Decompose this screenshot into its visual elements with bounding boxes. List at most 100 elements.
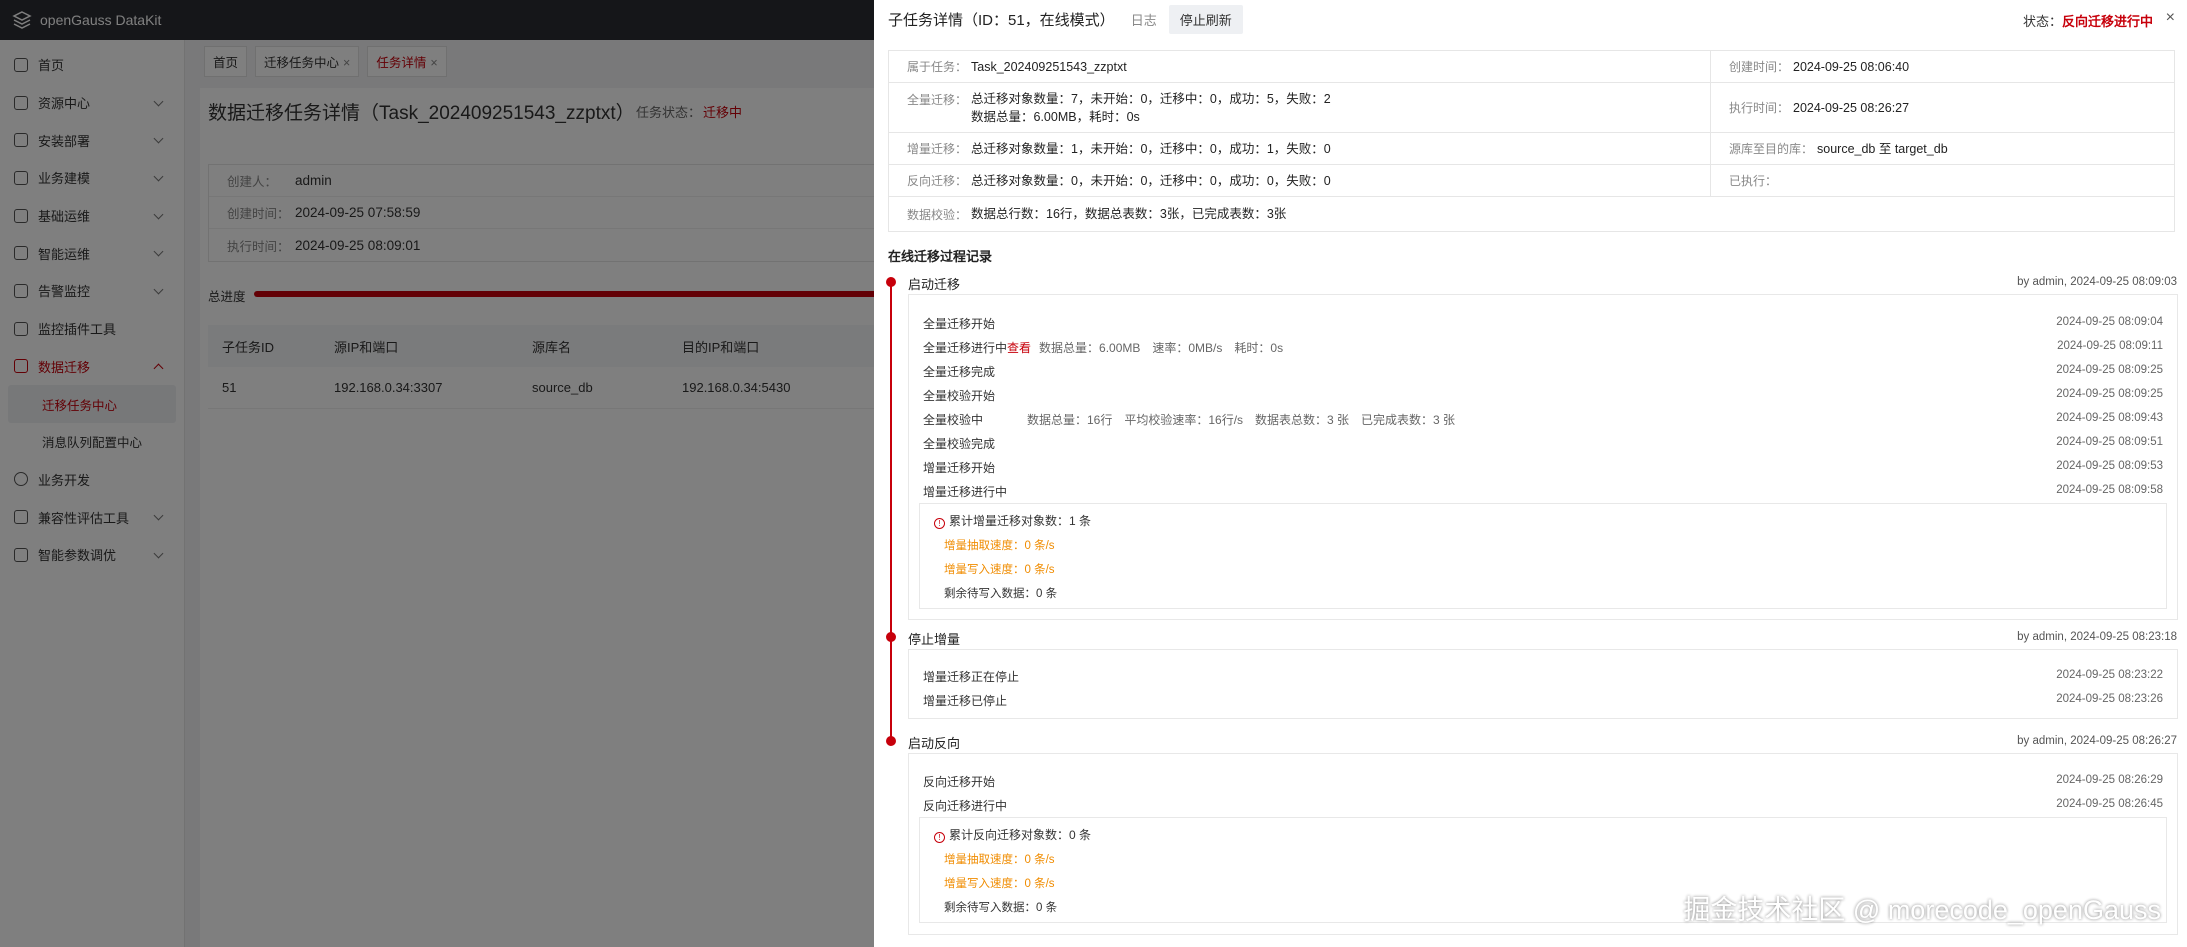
grid-cell-exec-time: 执行时间： 2024-09-25 08:26:27: [1711, 83, 2174, 132]
event-time: 2024-09-25 08:26:45: [2056, 798, 2163, 810]
drawer-title: 子任务详情（ID：51，在线模式）: [888, 11, 1115, 29]
event-label: 增量迁移开始: [923, 459, 995, 476]
state-label: 状态：: [2022, 14, 2062, 29]
grid-key: 源库至目的库：: [1729, 142, 1814, 156]
stats-head: ! 累计增量迁移对象数：1 条: [934, 512, 1091, 529]
grid-key: 执行时间：: [1729, 101, 1790, 115]
event-text: 反向迁移进行中: [923, 799, 1008, 813]
grid-value: Task_202409251543_zzptxt: [971, 59, 1127, 74]
grid-cell-full-migration: 全量迁移： 总迁移对象数量：7，未开始：0，迁移中：0，成功：5，失败：2 数据总量…: [889, 83, 1711, 132]
stats-head-text: 累计增量迁移对象数：1 条: [949, 514, 1092, 528]
event-label: 全量迁移进行中查看 数据总量：6.00MB 速率：0MB/s 耗时：0s: [923, 339, 1283, 356]
stage-operator: by admin, 2024-09-25 08:09:03: [2017, 276, 2177, 288]
full-migration-counts: 总迁移对象数量：7，未开始：0，迁移中：0，成功：5，失败：2: [971, 91, 1331, 106]
grid-key: 属于任务：: [907, 60, 968, 74]
event-text: 反向迁移开始: [923, 775, 996, 789]
event-label: 全量校验开始: [923, 387, 995, 404]
grid-row: 反向迁移： 总迁移对象数量：0，未开始：0，迁移中：0，成功：0，失败：0 已执行…: [889, 165, 2174, 197]
event-time: 2024-09-25 08:23:26: [2056, 693, 2163, 705]
stats-head: ! 累计反向迁移对象数：0 条: [934, 826, 1091, 843]
event-label: 全量迁移完成: [923, 363, 995, 380]
grid-key: 创建时间：: [1729, 60, 1790, 74]
timeline-dot: [886, 736, 896, 746]
stage-operator: by admin, 2024-09-25 08:23:18: [2017, 631, 2177, 643]
grid-value: 2024-09-25 08:06:40: [1793, 59, 1910, 74]
grid-row: 全量迁移： 总迁移对象数量：7，未开始：0，迁移中：0，成功：5，失败：2 数据总量…: [889, 83, 2174, 133]
extract-rate: 增量抽取速度：0 条/s: [944, 854, 1055, 866]
grid-cell-belong-task: 属于任务： Task_202409251543_zzptxt: [889, 51, 1711, 82]
stage-title: 启动迁移: [908, 277, 961, 292]
modal-overlay[interactable]: [0, 0, 874, 947]
stats-head-text: 累计反向迁移对象数：0 条: [949, 828, 1092, 842]
grid-cell-src-dst-db: 源库至目的库： source_db 至 target_db: [1711, 133, 2174, 164]
stage-events-box: 增量迁移正在停止 2024-09-25 08:23:22 增量迁移已停止 202…: [908, 649, 2178, 719]
grid-value: source_db 至 target_db: [1817, 141, 1948, 156]
event-text: 增量迁移已停止: [923, 694, 1008, 708]
event-text: 全量校验中: [923, 413, 984, 427]
grid-row: 增量迁移： 总迁移对象数量：1，未开始：0，迁移中：0，成功：1，失败：0 源库至…: [889, 133, 2174, 165]
event-time: 2024-09-25 08:09:43: [2056, 412, 2163, 424]
drawer-state: 状态：反向迁移进行中: [2023, 11, 2153, 30]
event-extra: 数据总量：16行 平均校验速率：16行/s 数据表总数：3 张 已完成表数：3 …: [1027, 413, 1456, 427]
write-rate: 增量写入速度：0 条/s: [944, 878, 1055, 890]
drawer-header: 子任务详情（ID：51，在线模式） 日志 停止刷新: [874, 0, 2187, 38]
section-title: 在线迁移过程记录: [888, 249, 993, 264]
subtask-info-grid: 属于任务： Task_202409251543_zzptxt 创建时间： 2024-…: [888, 50, 2175, 232]
event-extra: 数据总量：6.00MB 速率：0MB/s 耗时：0s: [1039, 341, 1284, 355]
event-time: 2024-09-25 08:09:51: [2056, 436, 2163, 448]
event-time: 2024-09-25 08:26:29: [2056, 774, 2163, 786]
event-label: 增量迁移已停止: [923, 692, 1007, 709]
grid-cell-create-time: 创建时间： 2024-09-25 08:06:40: [1711, 51, 2174, 82]
grid-value: 数据总行数：16行，数据总表数：3张，已完成表数：3张: [971, 207, 1287, 221]
stage-events-box: 全量迁移开始 2024-09-25 08:09:04 全量迁移进行中查看 数据总量…: [908, 294, 2178, 620]
info-icon: !: [934, 832, 945, 843]
grid-key: 已执行：: [1729, 174, 1778, 188]
timeline-dot: [886, 632, 896, 642]
grid-cell-executed: 已执行：: [1711, 165, 2174, 196]
event-label: 增量迁移正在停止: [923, 668, 1019, 685]
event-text: 全量校验完成: [923, 437, 996, 451]
grid-row: 数据校验： 数据总行数：16行，数据总表数：3张，已完成表数：3张: [889, 197, 2174, 231]
info-icon: !: [934, 518, 945, 529]
view-link[interactable]: 查看: [1007, 341, 1031, 355]
grid-row: 属于任务： Task_202409251543_zzptxt 创建时间： 2024-…: [889, 51, 2174, 83]
watermark: 掘金技术社区 @ morecode_openGauss: [1683, 895, 2161, 925]
event-text: 增量迁移开始: [923, 461, 996, 475]
event-text: 全量迁移完成: [923, 365, 996, 379]
event-label: 全量校验完成: [923, 435, 995, 452]
remaining-rows: 剩余待写入数据：0 条: [944, 902, 1058, 914]
grid-value: 总迁移对象数量：7，未开始：0，迁移中：0，成功：5，失败：2 数据总量：6.00…: [971, 90, 1331, 126]
event-text: 增量迁移进行中: [923, 485, 1008, 499]
event-label: 全量校验中 数据总量：16行 平均校验速率：16行/s 数据表总数：3 张 已完成…: [923, 411, 1455, 428]
event-text: 全量迁移开始: [923, 317, 996, 331]
event-text: 增量迁移正在停止: [923, 670, 1020, 684]
event-label: 全量迁移开始: [923, 315, 995, 332]
event-time: 2024-09-25 08:09:11: [2057, 340, 2163, 352]
timeline-line: [890, 282, 892, 742]
log-link[interactable]: 日志: [1131, 10, 1157, 29]
event-time: 2024-09-25 08:09:53: [2056, 460, 2163, 472]
stage-operator: by admin, 2024-09-25 08:26:27: [2017, 735, 2177, 747]
grid-key: 全量迁移：: [907, 93, 968, 107]
stop-refresh-button[interactable]: 停止刷新: [1168, 4, 1243, 34]
remaining-rows: 剩余待写入数据：0 条: [944, 588, 1058, 600]
stage-title: 停止增量: [908, 632, 961, 647]
write-rate: 增量写入速度：0 条/s: [944, 564, 1055, 576]
stage-title: 启动反向: [908, 736, 961, 751]
grid-cell-incremental: 增量迁移： 总迁移对象数量：1，未开始：0，迁移中：0，成功：1，失败：0: [889, 133, 1711, 164]
grid-key: 增量迁移：: [907, 142, 968, 156]
event-text: 全量迁移进行中: [923, 341, 1008, 355]
event-label: 反向迁移进行中: [923, 797, 1007, 814]
event-label: 增量迁移进行中: [923, 483, 1007, 500]
close-icon[interactable]: ×: [2166, 9, 2175, 27]
grid-key: 反向迁移：: [907, 174, 968, 188]
event-time: 2024-09-25 08:09:25: [2056, 388, 2163, 400]
event-time: 2024-09-25 08:09:58: [2056, 484, 2163, 496]
grid-value: 总迁移对象数量：0，未开始：0，迁移中：0，成功：0，失败：0: [971, 173, 1331, 188]
event-time: 2024-09-25 08:09:25: [2056, 364, 2163, 376]
grid-cell-data-check: 数据校验： 数据总行数：16行，数据总表数：3张，已完成表数：3张: [889, 197, 2174, 231]
incremental-stats-box: ! 累计增量迁移对象数：1 条 增量抽取速度：0 条/s 增量写入速度：0 条/s…: [919, 503, 2167, 609]
grid-cell-reverse: 反向迁移： 总迁移对象数量：0，未开始：0，迁移中：0，成功：0，失败：0: [889, 165, 1711, 196]
grid-value: 总迁移对象数量：1，未开始：0，迁移中：0，成功：1，失败：0: [971, 141, 1331, 156]
grid-value: 2024-09-25 08:26:27: [1793, 100, 1910, 115]
